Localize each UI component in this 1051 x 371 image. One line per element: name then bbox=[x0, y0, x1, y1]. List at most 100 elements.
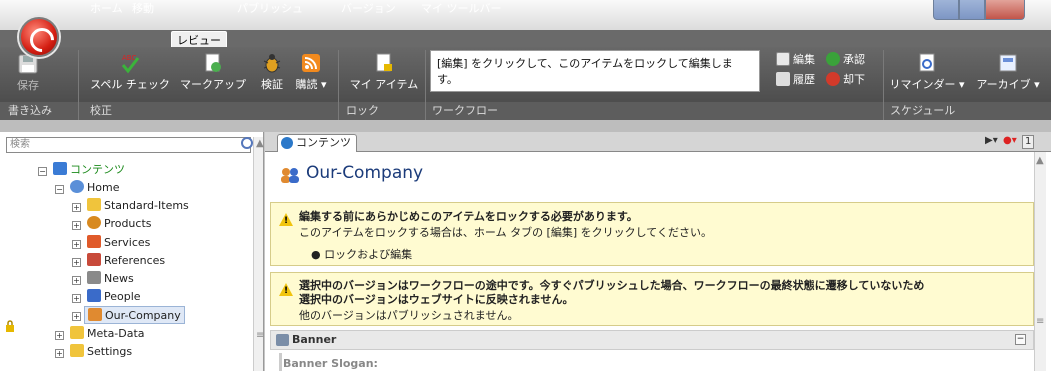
tab-publish[interactable]: パブリッシュ bbox=[237, 0, 303, 17]
expand-toggle[interactable]: + bbox=[72, 221, 81, 230]
editor-tab-strip bbox=[265, 132, 1051, 152]
edit-pencil-icon bbox=[776, 52, 790, 66]
navigate-dropdown-icon[interactable]: ▶▾ bbox=[985, 135, 998, 149]
restore-button[interactable] bbox=[959, 0, 985, 20]
group-label-proofing: 校正 bbox=[90, 104, 112, 117]
validate-button[interactable]: 検証 bbox=[256, 52, 288, 92]
spellcheck-button[interactable]: ABC スペル チェック bbox=[88, 52, 172, 92]
expand-toggle[interactable]: + bbox=[72, 294, 81, 303]
people-group-icon bbox=[281, 168, 299, 183]
approve-label: 承認 bbox=[843, 53, 865, 66]
approve-button[interactable]: 承認 bbox=[826, 52, 865, 68]
tree-item-products[interactable]: Products bbox=[87, 215, 152, 233]
expand-toggle[interactable]: + bbox=[55, 349, 64, 358]
search-input[interactable]: 検索 bbox=[6, 137, 251, 153]
section-title: Banner bbox=[292, 333, 337, 346]
tree-item-home[interactable]: Home bbox=[70, 179, 119, 197]
tree-label: Meta-Data bbox=[87, 327, 145, 340]
expand-toggle[interactable]: + bbox=[72, 276, 81, 285]
content-tab-icon bbox=[281, 137, 293, 149]
people-icon bbox=[87, 289, 101, 302]
expand-toggle[interactable]: + bbox=[72, 240, 81, 249]
search-icon[interactable] bbox=[241, 137, 253, 149]
group-label-lock: ロック bbox=[346, 104, 379, 117]
tab-review[interactable]: レビュー bbox=[171, 31, 227, 47]
workflow-warning-box: ! 選択中のバージョンはワークフローの途中です。今すぐパブリッシュした場合、ワー… bbox=[270, 272, 1034, 326]
warning-title-line2: 選択中のバージョンはウェブサイトに反映されません。 bbox=[299, 293, 574, 306]
item-title: Our-Company bbox=[306, 163, 424, 183]
lock-warning-box: ! 編集する前にあらかじめこのアイテムをロックする必要があります。 このアイテム… bbox=[270, 202, 1034, 266]
bullet-label: ロックおよび編集 bbox=[324, 248, 413, 261]
tree-label: Products bbox=[104, 217, 152, 230]
version-selector[interactable]: 1 bbox=[1022, 135, 1035, 149]
scroll-up-arrow-icon[interactable]: ▲ bbox=[1036, 155, 1044, 166]
subscribe-button[interactable]: 購読 ▾ bbox=[292, 52, 330, 92]
splitter-grip-icon[interactable]: ≡ bbox=[256, 330, 264, 341]
my-items-button[interactable]: マイ アイテム bbox=[345, 52, 423, 92]
markup-button[interactable]: マークアップ bbox=[178, 52, 248, 92]
tree-label: コンテンツ bbox=[70, 163, 125, 176]
tab-navigate[interactable]: 移動 bbox=[132, 0, 154, 17]
bug-icon bbox=[263, 54, 281, 73]
archive-button[interactable]: アーカイブ ▾ bbox=[970, 52, 1046, 92]
close-button[interactable] bbox=[985, 0, 1025, 20]
folder-icon bbox=[70, 326, 84, 339]
markup-document-icon bbox=[205, 53, 221, 72]
minimize-button[interactable] bbox=[933, 0, 959, 20]
reminder-button[interactable]: リマインダー ▾ bbox=[888, 52, 966, 92]
expand-toggle[interactable]: + bbox=[55, 331, 64, 340]
rss-feed-icon bbox=[302, 54, 320, 72]
history-label: 履歴 bbox=[793, 73, 815, 86]
expand-toggle[interactable]: + bbox=[72, 258, 81, 267]
panel-gap bbox=[0, 120, 1051, 132]
reminder-label: リマインダー ▾ bbox=[889, 78, 965, 91]
subscribe-label: 購読 ▾ bbox=[295, 78, 327, 91]
save-button[interactable]: 保存 bbox=[8, 53, 48, 93]
content-root-icon bbox=[53, 162, 67, 175]
reject-label: 却下 bbox=[843, 73, 865, 86]
save-label: 保存 bbox=[17, 79, 39, 92]
scroll-up-arrow-icon[interactable]: ▲ bbox=[256, 138, 264, 149]
expand-toggle[interactable]: + bbox=[72, 312, 81, 321]
banner-section-header[interactable] bbox=[270, 330, 1034, 350]
tree-label: References bbox=[104, 254, 166, 267]
tree-label: Services bbox=[104, 236, 151, 249]
title-bar bbox=[0, 0, 1051, 30]
tree-item-root[interactable]: コンテンツ bbox=[53, 161, 125, 179]
expand-toggle[interactable]: + bbox=[72, 203, 81, 212]
validate-label: 検証 bbox=[261, 78, 283, 91]
my-items-label: マイ アイテム bbox=[349, 78, 419, 91]
reject-button[interactable]: 却下 bbox=[826, 72, 865, 88]
collapse-toggle[interactable]: − bbox=[38, 167, 47, 176]
lock-and-edit-link[interactable]: ● ロックおよび編集 bbox=[311, 246, 412, 262]
splitter-grip-icon[interactable]: ≡ bbox=[1036, 316, 1044, 327]
locked-document-icon bbox=[376, 53, 392, 72]
ribbon-tab-bar bbox=[0, 30, 1051, 47]
collapse-toggle[interactable]: − bbox=[55, 185, 64, 194]
tree-item-news[interactable]: News bbox=[87, 270, 134, 288]
tree-item-settings[interactable]: Settings bbox=[70, 343, 132, 361]
tree-item-references[interactable]: References bbox=[87, 252, 165, 270]
collapse-section-button[interactable]: − bbox=[1015, 334, 1026, 345]
tree-item-people[interactable]: People bbox=[87, 288, 141, 306]
approve-check-icon bbox=[826, 52, 840, 66]
tree-item-services[interactable]: Services bbox=[87, 234, 150, 252]
editor-scrollbar[interactable] bbox=[1034, 152, 1046, 371]
tree-label: News bbox=[104, 272, 134, 285]
tree-item-our-company[interactable]: Our-Company bbox=[84, 306, 185, 324]
record-dropdown-icon[interactable]: ●▾ bbox=[1003, 135, 1017, 149]
warning-icon: ! bbox=[279, 213, 293, 226]
tab-versions[interactable]: バージョン bbox=[341, 0, 396, 17]
spellcheck-icon: ABC bbox=[121, 54, 140, 74]
tree-item-standard-items[interactable]: Standard-Items bbox=[87, 197, 189, 215]
history-button[interactable]: 履歴 bbox=[776, 72, 815, 88]
tree-item-meta-data[interactable]: Meta-Data bbox=[70, 325, 145, 343]
tab-my-toolbar[interactable]: マイ ツールバー bbox=[421, 0, 502, 17]
tab-home[interactable]: ホーム bbox=[90, 0, 123, 17]
divider bbox=[425, 50, 426, 120]
edit-button[interactable]: 編集 bbox=[776, 52, 815, 68]
application-orb-button[interactable] bbox=[19, 17, 59, 57]
banner-section-icon bbox=[276, 334, 289, 346]
tree-label: Standard-Items bbox=[104, 199, 189, 212]
group-label-workflow: ワークフロー bbox=[432, 104, 498, 117]
